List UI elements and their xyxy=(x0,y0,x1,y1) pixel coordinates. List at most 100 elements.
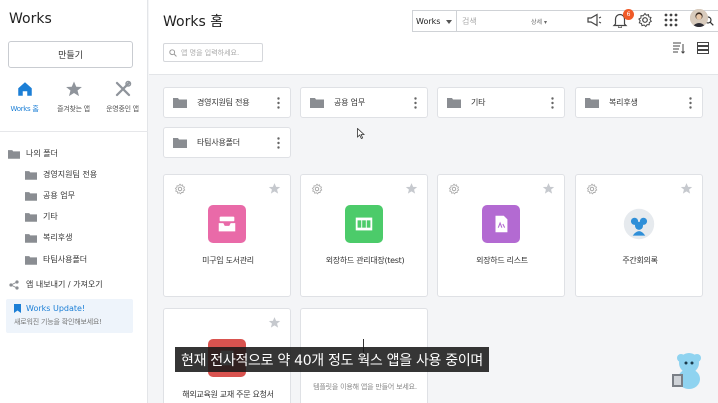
app-filter-search xyxy=(163,43,263,62)
app-name: 외장하드 관리대장(test) xyxy=(325,256,405,265)
export-import-link[interactable]: 앱 내보내기 / 가져오기 xyxy=(9,279,103,290)
profile-photo-icon xyxy=(690,9,708,27)
mascot-icon[interactable] xyxy=(669,350,705,390)
update-title: Works Update! xyxy=(26,304,86,313)
folder-icon xyxy=(447,98,461,108)
quick-nav-label: Works 홈 xyxy=(10,105,39,113)
folder-card[interactable]: 기타 xyxy=(437,87,565,118)
app-icon xyxy=(620,205,658,243)
folder-card-name: 경영지원팀 전용 xyxy=(197,98,250,107)
sidebar-divider xyxy=(0,131,148,132)
search-icon xyxy=(169,48,177,57)
export-import-label: 앱 내보내기 / 가져오기 xyxy=(26,280,103,289)
search-input[interactable] xyxy=(462,16,530,26)
gear-icon[interactable] xyxy=(174,183,186,195)
folder-card-name: 기타 xyxy=(471,98,486,107)
more-options-icon[interactable] xyxy=(277,97,280,109)
star-icon xyxy=(65,81,82,97)
star-icon[interactable] xyxy=(680,182,693,195)
folder-card-name: 복리후생 xyxy=(609,98,638,107)
app-name: 미구입 도서관리 xyxy=(202,256,254,265)
star-icon[interactable] xyxy=(268,316,281,329)
app-icon xyxy=(345,205,383,243)
folder-icon xyxy=(173,138,187,148)
quick-nav-favorites[interactable]: 즐겨찾는 앱 xyxy=(49,80,98,114)
share-icon xyxy=(9,279,19,290)
quick-nav-label: 운영중인 앱 xyxy=(106,105,139,113)
gear-icon[interactable] xyxy=(637,12,653,28)
folder-card[interactable]: 복리후생 xyxy=(575,87,703,118)
detail-search-button[interactable]: 상세 ▾ xyxy=(531,17,547,26)
folder-icon xyxy=(25,191,37,201)
my-folder-label: 나의 폴더 xyxy=(26,149,58,158)
sidebar-folder-label: 타팀사용폴더 xyxy=(43,255,88,264)
apps-grid-icon[interactable] xyxy=(663,12,679,28)
template-card-text: 템플릿을 이용해 앱을 만들어 보세요. xyxy=(313,383,417,391)
sidebar-folder-label: 복리후생 xyxy=(43,233,73,242)
sidebar-folder[interactable]: 경영지원팀 전용 xyxy=(25,169,97,180)
video-caption: 현재 전사적으로 약 40개 정도 웍스 앱을 사용 중이며 xyxy=(175,347,490,372)
app-card[interactable]: 외장하드 리스트 xyxy=(437,174,565,297)
inbox-icon xyxy=(218,216,236,232)
folder-card[interactable]: 타팀사용폴더 xyxy=(163,127,291,158)
more-options-icon[interactable] xyxy=(414,97,417,109)
more-options-icon[interactable] xyxy=(551,97,554,109)
more-options-icon[interactable] xyxy=(277,137,280,149)
notification-badge: 6 xyxy=(623,9,634,20)
gear-icon[interactable] xyxy=(311,183,323,195)
app-title: Works xyxy=(9,11,52,27)
megaphone-icon[interactable] xyxy=(586,12,602,28)
app-name-input[interactable] xyxy=(181,48,261,57)
works-update-banner[interactable]: Works Update! 새로워진 기능을 확인해보세요! xyxy=(6,299,133,333)
sort-icon[interactable] xyxy=(673,42,685,54)
folder-icon xyxy=(585,98,599,108)
gear-icon[interactable] xyxy=(448,183,460,195)
search-scope-value: Works xyxy=(416,16,441,26)
search-scope-select[interactable]: Works xyxy=(413,11,457,31)
app-name: 해외교육원 교재 주문 요청서 xyxy=(182,390,274,399)
more-options-icon[interactable] xyxy=(689,97,692,109)
sidebar-folder[interactable]: 타팀사용폴더 xyxy=(25,254,87,265)
star-icon[interactable] xyxy=(405,182,418,195)
sidebar-folder[interactable]: 기타 xyxy=(25,211,58,222)
tools-icon xyxy=(115,80,131,97)
bookmark-icon xyxy=(14,304,21,313)
home-icon xyxy=(17,82,32,96)
folder-icon xyxy=(25,255,37,265)
list-view-icon[interactable] xyxy=(697,42,709,54)
sidebar-folder[interactable]: 공용 업무 xyxy=(25,190,75,201)
avatar[interactable] xyxy=(690,9,708,27)
app-name: 외장하드 리스트 xyxy=(476,256,528,265)
folder-icon xyxy=(310,98,324,108)
star-icon[interactable] xyxy=(268,182,281,195)
detail-search-label: 상세 xyxy=(531,19,543,26)
app-icon xyxy=(208,205,246,243)
header: Works 홈 Works 상세 ▾ 6 xyxy=(149,0,718,75)
gear-icon[interactable] xyxy=(586,183,598,195)
folder-card-name: 타팀사용폴더 xyxy=(197,138,240,147)
folder-icon xyxy=(8,149,20,159)
sidebar: Works 만들기 Works 홈 즐겨찾는 앱 운영중인 앱 나의 폴더 경영… xyxy=(0,0,148,403)
page-title: Works 홈 xyxy=(163,14,224,30)
quick-nav: Works 홈 즐겨찾는 앱 운영중인 앱 xyxy=(0,80,148,114)
folder-card[interactable]: 공용 업무 xyxy=(300,87,428,118)
sidebar-folder-label: 공용 업무 xyxy=(43,191,75,200)
people-icon xyxy=(623,208,655,240)
quick-nav-home[interactable]: Works 홈 xyxy=(0,80,49,114)
folder-icon xyxy=(173,98,187,108)
folder-icon xyxy=(25,170,37,180)
folder-icon xyxy=(25,212,37,222)
grid-icon xyxy=(355,217,373,231)
star-icon[interactable] xyxy=(542,182,555,195)
create-button[interactable]: 만들기 xyxy=(8,41,133,68)
quick-nav-label: 즐겨찾는 앱 xyxy=(57,105,90,113)
mouse-pointer-icon xyxy=(357,128,365,139)
sidebar-folder[interactable]: 복리후생 xyxy=(25,232,72,243)
my-folder[interactable]: 나의 폴더 xyxy=(8,148,58,159)
quick-nav-operating[interactable]: 운영중인 앱 xyxy=(98,80,147,114)
app-card[interactable]: 미구입 도서관리 xyxy=(163,174,291,297)
folder-card-name: 공용 업무 xyxy=(334,98,365,107)
folder-card[interactable]: 경영지원팀 전용 xyxy=(163,87,291,118)
app-card[interactable]: 주간회의록 xyxy=(575,174,703,297)
app-card[interactable]: 외장하드 관리대장(test) xyxy=(300,174,428,297)
